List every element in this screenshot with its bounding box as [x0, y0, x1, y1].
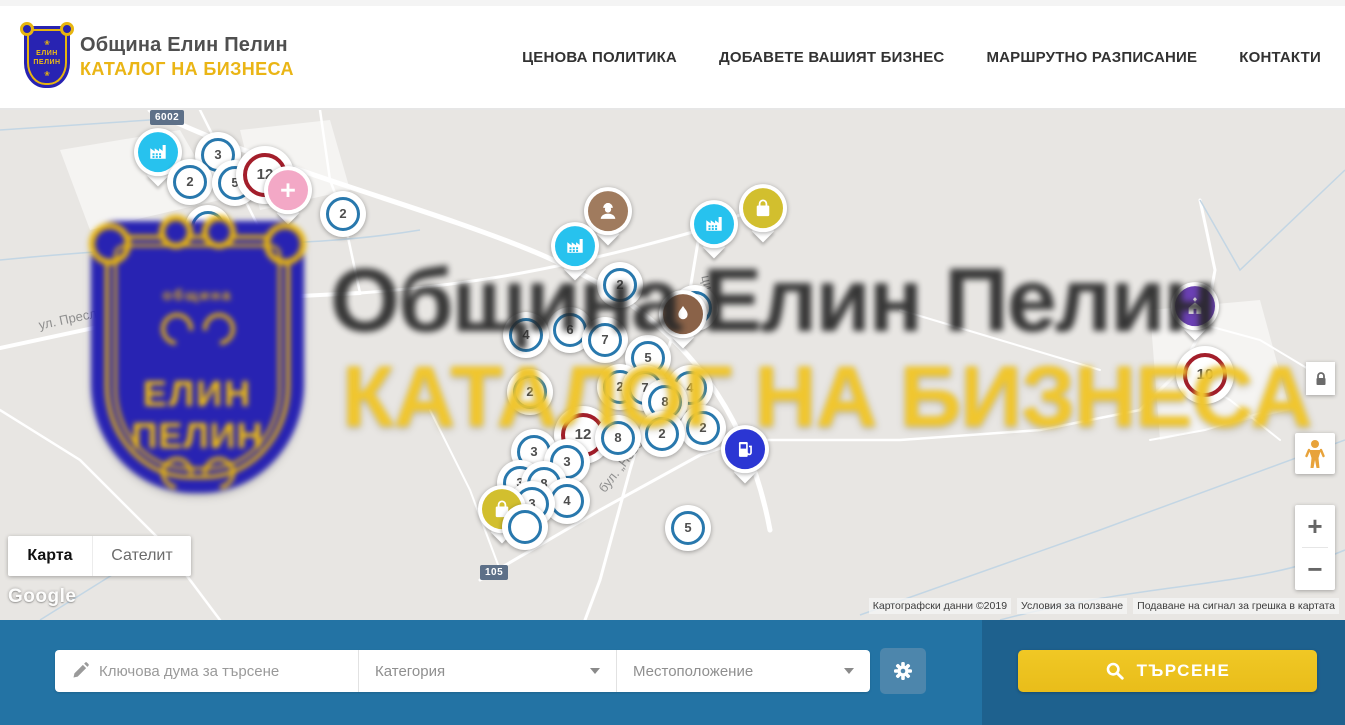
factory-icon: [703, 213, 725, 235]
report-map-error-link[interactable]: Подаване на сигнал за грешка в картата: [1133, 598, 1339, 614]
factory-pin-marker[interactable]: [551, 222, 599, 270]
fuel-icon: [734, 438, 756, 460]
flame-pin-marker[interactable]: [659, 290, 707, 338]
brand-text: Община Елин Пелин КАТАЛОГ НА БИЗНЕСА: [80, 34, 294, 80]
zoom-control: + −: [1295, 505, 1335, 590]
plus-icon: [277, 179, 299, 201]
site-title: Община Елин Пелин: [80, 34, 294, 57]
bag-pin-marker[interactable]: [739, 184, 787, 232]
nav-pricing-policy[interactable]: ЦЕНОВА ПОЛИТИКА: [522, 49, 677, 66]
cluster-marker[interactable]: 2: [639, 411, 685, 457]
cluster-marker[interactable]: 8: [595, 415, 641, 461]
zoom-in-button[interactable]: +: [1295, 505, 1335, 547]
worker-icon: [597, 200, 619, 222]
fuel-pin-marker[interactable]: [721, 425, 769, 473]
cluster-marker[interactable]: 2: [167, 159, 213, 205]
terms-of-use-link[interactable]: Условия за ползване: [1017, 598, 1127, 614]
location-dropdown[interactable]: Местоположение: [616, 650, 870, 692]
zoom-out-button[interactable]: −: [1295, 548, 1335, 590]
cluster-marker[interactable]: [502, 504, 548, 550]
nav-route-schedule[interactable]: МАРШРУТНО РАЗПИСАНИЕ: [986, 49, 1197, 66]
municipality-logo-icon: ❀ ЕЛИН ПЕЛИН ❀: [24, 26, 70, 88]
map-data-copyright: Картографски данни ©2019: [869, 598, 1011, 614]
google-logo[interactable]: Google: [8, 586, 76, 608]
road-number-shield: 6002: [150, 110, 184, 125]
category-dropdown[interactable]: Категория: [358, 650, 616, 692]
nav-add-your-business[interactable]: ДОБАВЕТЕ ВАШИЯТ БИЗНЕС: [719, 49, 944, 66]
chevron-down-icon: [844, 668, 854, 674]
search-bar: Категория Местоположение: [0, 620, 1345, 725]
church-icon: [1184, 295, 1206, 317]
cluster-marker[interactable]: 2: [597, 262, 643, 308]
satellite-view-button[interactable]: Сателит: [92, 536, 191, 576]
google-map[interactable]: 6002105ул. Преславбул. „Новоселци 325122…: [0, 110, 1345, 620]
location-dropdown-label: Местоположение: [633, 663, 844, 680]
cluster-marker[interactable]: 4: [503, 312, 549, 358]
factory-icon: [147, 141, 169, 163]
road-number-shield: 105: [480, 565, 508, 580]
factory-pin-marker[interactable]: [690, 200, 738, 248]
cluster-marker[interactable]: [185, 205, 231, 251]
search-bar-right: ТЪРСЕНЕ: [982, 620, 1345, 725]
map-type-control: Карта Сателит: [8, 536, 191, 576]
pencil-icon: [71, 662, 89, 680]
factory-icon: [564, 235, 586, 257]
business-catalog-page: ❀ ЕЛИН ПЕЛИН ❀ Община Елин Пелин КАТАЛОГ…: [0, 0, 1345, 725]
gear-icon: [892, 660, 914, 682]
street-view-pegman-button[interactable]: [1295, 433, 1335, 474]
plus-pin-marker[interactable]: [264, 166, 312, 214]
advanced-settings-button[interactable]: [880, 648, 926, 694]
search-box: Категория Местоположение: [55, 650, 870, 692]
cluster-marker[interactable]: 2: [680, 405, 726, 451]
lock-icon: [1312, 370, 1330, 388]
header: ❀ ЕЛИН ПЕЛИН ❀ Община Елин Пелин КАТАЛОГ…: [0, 0, 1345, 110]
site-subtitle: КАТАЛОГ НА БИЗНЕСА: [80, 59, 294, 80]
nav-contacts[interactable]: КОНТАКТИ: [1239, 49, 1321, 66]
church-pin-marker[interactable]: [1171, 282, 1219, 330]
flame-icon: [672, 303, 694, 325]
keyword-search-input[interactable]: [99, 663, 358, 680]
cluster-marker[interactable]: 2: [320, 191, 366, 237]
search-button-label: ТЪРСЕНЕ: [1137, 661, 1231, 681]
category-dropdown-label: Категория: [375, 663, 590, 680]
cluster-marker[interactable]: 10: [1176, 346, 1234, 404]
bag-icon: [752, 197, 774, 219]
pegman-icon: [1304, 439, 1326, 469]
main-nav: ЦЕНОВА ПОЛИТИКА ДОБАВЕТЕ ВАШИЯТ БИЗНЕС М…: [522, 49, 1321, 66]
cluster-marker[interactable]: 5: [665, 505, 711, 551]
search-button[interactable]: ТЪРСЕНЕ: [1018, 650, 1317, 692]
map-view-button[interactable]: Карта: [8, 536, 92, 576]
search-icon: [1105, 661, 1125, 681]
chevron-down-icon: [590, 668, 600, 674]
search-bar-left: Категория Местоположение: [0, 620, 982, 725]
brand[interactable]: ❀ ЕЛИН ПЕЛИН ❀ Община Елин Пелин КАТАЛОГ…: [24, 26, 294, 88]
keyword-segment[interactable]: [55, 650, 358, 692]
lock-button[interactable]: [1306, 362, 1335, 395]
cluster-marker[interactable]: 7: [582, 317, 628, 363]
cluster-marker[interactable]: 2: [507, 369, 553, 415]
map-attribution: Картографски данни ©2019 Условия за полз…: [869, 598, 1339, 614]
